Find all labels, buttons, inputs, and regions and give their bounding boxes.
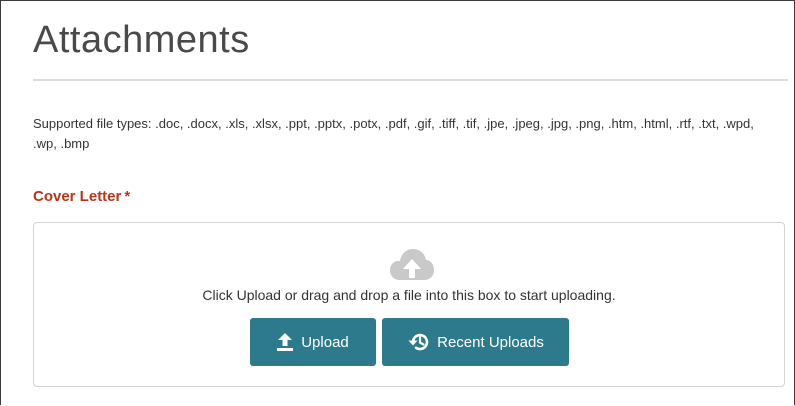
required-marker: * (124, 188, 131, 205)
cloud-upload-icon (390, 249, 434, 280)
dropzone-instruction: Click Upload or drag and drop a file int… (202, 287, 616, 303)
history-icon (408, 333, 429, 351)
title-divider (33, 79, 788, 81)
upload-arrow-icon (277, 333, 294, 351)
recent-uploads-button[interactable]: Recent Uploads (382, 318, 569, 366)
upload-button-label: Upload (301, 333, 349, 351)
supported-file-types: Supported file types: .doc, .docx, .xls,… (33, 116, 754, 151)
cover-letter-label: Cover Letter * (33, 188, 130, 205)
cover-letter-label-text: Cover Letter (33, 188, 122, 205)
page-title: Attachments (33, 19, 250, 61)
upload-button[interactable]: Upload (250, 318, 376, 366)
recent-uploads-button-label: Recent Uploads (437, 333, 544, 351)
